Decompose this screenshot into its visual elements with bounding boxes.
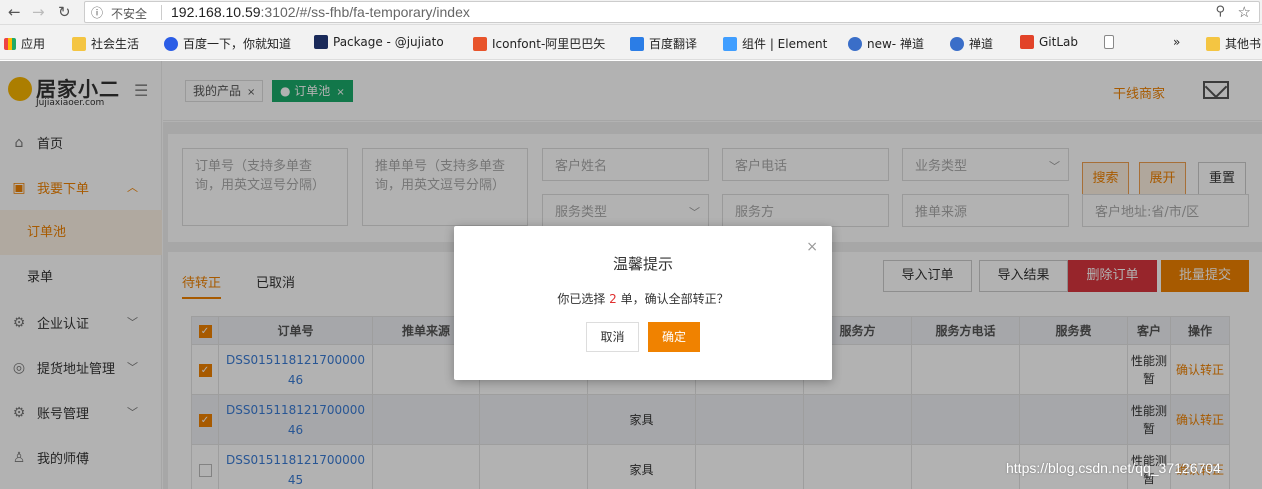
url-input[interactable]: ⓘ 不安全 192.168.10.59:3102/#/ss-fhb/fa-tem… [84, 1, 1260, 23]
globe-icon [950, 36, 964, 51]
bookmark-other[interactable]: 其他书 [1206, 35, 1261, 52]
bookmark-gitlab[interactable]: GitLab [1020, 35, 1078, 49]
bookmark-chandao[interactable]: 禅道 [950, 35, 993, 52]
bookmark-label: 其他书 [1225, 37, 1262, 51]
bookmark-label: 百度一下，你就知道 [183, 37, 292, 51]
bookmarks-bar: 应用 社会生活 百度一下，你就知道 Package - @jujiato Ico… [0, 25, 1262, 60]
msg-prefix: 你已选择 [557, 292, 606, 306]
bookmark-new-chandao[interactable]: new- 禅道 [848, 35, 924, 52]
info-icon[interactable]: ⓘ [91, 4, 103, 21]
folder-icon [1206, 36, 1220, 51]
globe-icon [848, 36, 862, 51]
msg-suffix: 单，确认全部转正？ [620, 292, 729, 306]
ok-button[interactable]: 确定 [648, 322, 700, 352]
folder-icon [72, 36, 86, 51]
url-separator [161, 5, 162, 20]
bookmark-label: 社会生活 [91, 37, 140, 51]
confirm-dialog: × 温馨提示 你已选择 2 单，确认全部转正？ 取消 确定 [454, 226, 832, 380]
back-icon[interactable]: ← [8, 3, 21, 21]
bookmark-label: 组件 | Element [742, 37, 828, 51]
reload-icon[interactable]: ↻ [58, 3, 71, 21]
bookmark-label: Iconfont-阿里巴巴矢 [492, 37, 606, 51]
cancel-button[interactable]: 取消 [586, 322, 639, 352]
bookmark-folder[interactable]: 社会生活 [72, 35, 139, 52]
forward-icon[interactable]: → [32, 3, 45, 21]
bookmark-label: GitLab [1039, 35, 1078, 49]
selected-count: 2 [609, 292, 617, 306]
insecure-label: 不安全 [111, 7, 148, 21]
bookmark-fanyi[interactable]: 百度翻译 [630, 35, 697, 52]
bookmark-label: 禅道 [969, 37, 994, 51]
bookmark-overflow[interactable]: » [1173, 35, 1180, 49]
iconfont-icon [473, 36, 487, 51]
bookmark-label: 百度翻译 [649, 37, 698, 51]
element-icon [723, 36, 737, 51]
url-host: 192.168.10.59 [171, 4, 261, 20]
apps-icon [4, 37, 16, 50]
watermark: https://blog.csdn.net/qq_37126704 [1006, 460, 1221, 476]
bookmark-label: » [1173, 35, 1181, 49]
bookmark-package[interactable]: Package - @jujiato [314, 35, 444, 49]
zoom-icon[interactable]: ⚲ [1215, 4, 1225, 19]
dialog-message: 你已选择 2 单，确认全部转正？ [454, 290, 832, 307]
baidu-icon [164, 36, 178, 51]
bookmark-baidu[interactable]: 百度一下，你就知道 [164, 35, 291, 52]
page-icon [1104, 35, 1114, 49]
url-path: :3102/#/ss-fhb/fa-temporary/index [260, 4, 470, 20]
bookmark-label: Package - @jujiato [333, 35, 444, 49]
star-icon[interactable]: ☆ [1238, 3, 1251, 21]
browser-address-bar: ← → ↻ ⓘ 不安全 192.168.10.59:3102/#/ss-fhb/… [0, 0, 1262, 25]
bookmark-page[interactable] [1104, 35, 1114, 49]
bookmark-label: new- 禅道 [867, 37, 924, 51]
translate-icon [630, 36, 644, 51]
bookmark-iconfont[interactable]: Iconfont-阿里巴巴矢 [473, 35, 605, 52]
bookmark-element[interactable]: 组件 | Element [723, 35, 827, 52]
bookmark-apps[interactable]: 应用 [4, 35, 45, 52]
gitlab-icon [1020, 35, 1034, 49]
bookmark-label: 应用 [21, 37, 46, 51]
notion-icon [314, 35, 328, 49]
dialog-title: 温馨提示 [612, 255, 673, 273]
url-text: 192.168.10.59:3102/#/ss-fhb/fa-temporary… [171, 4, 470, 20]
